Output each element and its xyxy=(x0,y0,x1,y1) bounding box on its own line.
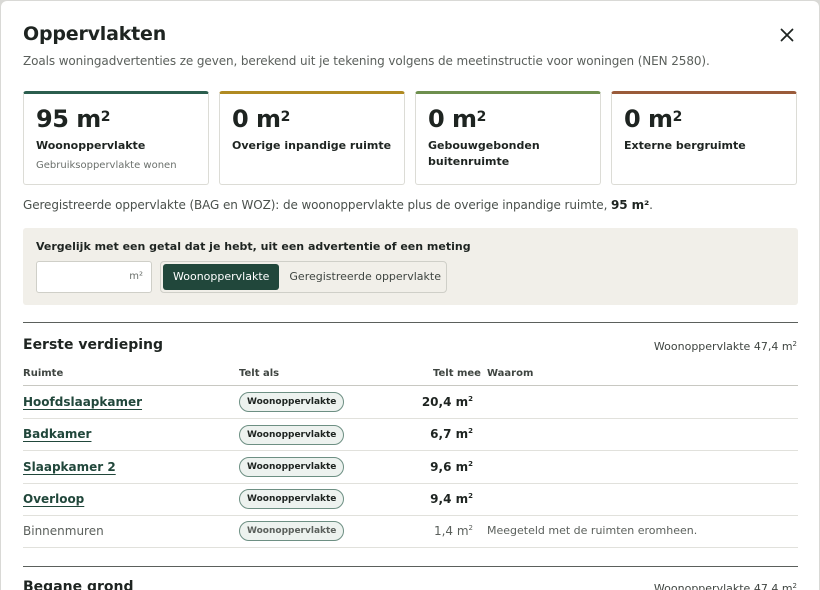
row-divider xyxy=(23,483,798,484)
modal-title: Oppervlakten xyxy=(23,23,167,45)
room-link-bathroom[interactable]: Badkamer xyxy=(23,427,91,441)
row-value: 6,7 m2 xyxy=(430,427,473,441)
card-other-indoor: 0 m2 Overige inpandige ruimte xyxy=(219,91,405,185)
section-divider xyxy=(23,322,798,323)
close-icon[interactable] xyxy=(777,25,797,45)
surfaces-modal: Oppervlakten Zoals woningadvertenties ze… xyxy=(1,1,819,590)
room-link-master-bedroom[interactable]: Hoofdslaapkamer xyxy=(23,395,142,409)
card-outdoor-space: 0 m2 Gebouwgebonden buitenruimte xyxy=(415,91,601,185)
row-value: 9,6 m2 xyxy=(430,460,473,474)
card-living-area: 95 m2 Woonoppervlakte Gebruiksoppervlakt… xyxy=(23,91,209,185)
row-value: 9,4 m2 xyxy=(430,492,473,506)
compare-input[interactable] xyxy=(43,262,129,292)
card-external-storage: 0 m2 Externe bergruimte xyxy=(611,91,797,185)
counts-as-badge: Woonoppervlakte xyxy=(239,521,345,541)
room-link-bedroom-2[interactable]: Slaapkamer 2 xyxy=(23,460,116,474)
header-divider xyxy=(23,385,798,386)
compare-unit: m² xyxy=(129,271,143,282)
counts-as-badge: Woonoppervlakte xyxy=(239,457,345,477)
row-value: 20,4 m2 xyxy=(421,395,473,409)
row-divider xyxy=(23,450,798,451)
toggle-option-living-area[interactable]: Woonoppervlakte xyxy=(163,264,280,290)
card-label: Externe bergruimte xyxy=(624,139,746,152)
column-header-why: Waarom xyxy=(487,368,534,379)
section-divider xyxy=(23,566,798,567)
counts-as-badge: Woonoppervlakte xyxy=(239,489,345,509)
compare-toggle: Woonoppervlakte Geregistreerde oppervlak… xyxy=(160,261,447,293)
card-value: 0 m2 xyxy=(624,105,682,133)
column-header-counts-as: Telt als xyxy=(239,368,280,379)
section-title: Eerste verdieping xyxy=(23,337,164,353)
card-value: 0 m2 xyxy=(428,105,486,133)
card-sublabel: Gebruiksoppervlakte wonen xyxy=(36,160,177,171)
card-value: 95 m2 xyxy=(36,105,111,133)
column-header-room: Ruimte xyxy=(23,368,64,379)
summary-cards: 95 m2 Woonoppervlakte Gebruiksoppervlakt… xyxy=(23,91,797,185)
row-divider xyxy=(23,547,798,548)
room-inner-walls: Binnenmuren xyxy=(23,524,104,538)
compare-label: Vergelijk met een getal dat je hebt, uit… xyxy=(36,240,471,253)
compare-input-wrap: m² xyxy=(36,261,152,293)
column-header-counts: Telt mee xyxy=(433,368,481,379)
row-divider xyxy=(23,418,798,419)
row-reason: Meegeteld met de ruimten eromheen. xyxy=(487,524,698,537)
card-label: Woonoppervlakte xyxy=(36,139,146,152)
compare-panel: Vergelijk met een getal dat je hebt, uit… xyxy=(23,228,798,305)
section-total: Woonoppervlakte 47,4 m2 xyxy=(653,340,797,353)
registered-area-note: Geregistreerde oppervlakte (BAG en WOZ):… xyxy=(23,198,653,212)
section-total: Woonoppervlakte 47,4 m2 xyxy=(653,582,797,590)
card-label: Overige inpandige ruimte xyxy=(232,139,392,152)
room-link-landing[interactable]: Overloop xyxy=(23,492,84,506)
counts-as-badge: Woonoppervlakte xyxy=(239,425,345,445)
row-divider xyxy=(23,515,798,516)
card-label: Gebouwgebonden buitenruimte xyxy=(428,139,540,168)
modal-subtitle: Zoals woningadvertenties ze geven, berek… xyxy=(23,54,710,68)
row-value: 1,4 m2 xyxy=(433,524,473,538)
section-title: Begane grond xyxy=(23,579,134,590)
counts-as-badge: Woonoppervlakte xyxy=(239,392,345,412)
card-value: 0 m2 xyxy=(232,105,290,133)
toggle-option-registered-area[interactable]: Geregistreerde oppervlakte xyxy=(279,264,451,290)
